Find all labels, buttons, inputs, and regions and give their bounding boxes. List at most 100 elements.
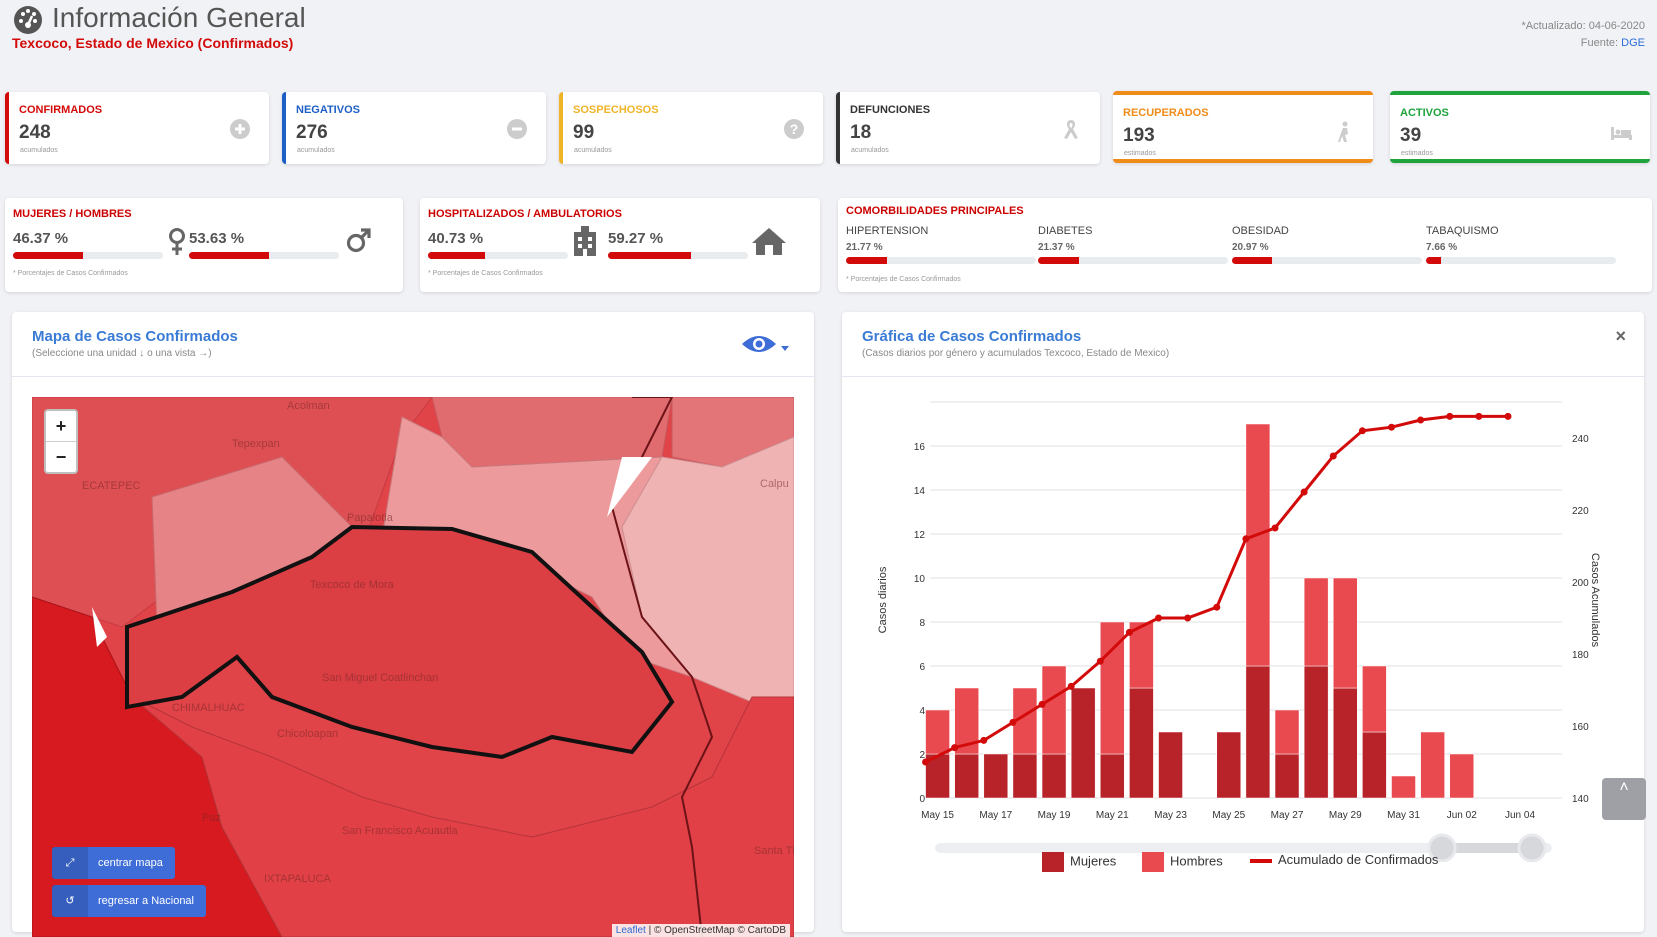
point-acumulado: [1155, 614, 1163, 622]
place-label-tepexpan: Tepexpan: [232, 438, 280, 450]
point-acumulado: [1417, 416, 1425, 424]
place-label-acolman: Acolman: [287, 400, 330, 412]
y2-tick-label: 140: [1572, 794, 1589, 805]
back-national-button[interactable]: ↺ regresar a Nacional: [52, 885, 206, 917]
stat-card-recuperados[interactable]: RECUPERADOS 193 estimados: [1113, 91, 1373, 163]
legend-item-mujeres[interactable]: Mujeres: [1042, 852, 1116, 872]
y2-axis-label: Casos Acumulados: [1589, 553, 1601, 648]
y-tick-label: 6: [919, 662, 925, 673]
stat-note: acumulados: [574, 147, 612, 154]
page-title: Información General: [52, 2, 306, 33]
y2-tick-label: 220: [1572, 506, 1589, 517]
x-tick-label: May 17: [979, 810, 1012, 821]
y-tick-label: 0: [919, 794, 925, 805]
stat-card-negativos[interactable]: NEGATIVOS 276 acumulados: [282, 92, 546, 164]
y2-tick-label: 200: [1572, 578, 1589, 589]
home-icon: [752, 228, 786, 255]
stat-note: estimados: [1401, 150, 1433, 157]
scroll-top-button[interactable]: ˄: [1602, 778, 1646, 820]
comorb-bar: [846, 257, 1036, 264]
range-slider-handle-right[interactable]: [1517, 833, 1547, 862]
bar-mujeres: [1041, 753, 1067, 799]
legend-swatch-mujeres: [1042, 852, 1064, 872]
amb-percent: 59.27 %: [608, 230, 664, 247]
map-divider: [12, 376, 814, 377]
bar-mujeres: [1303, 665, 1329, 799]
gender-card: MUJERES / HOMBRES 46.37 % 53.63 % * Porc…: [5, 198, 403, 292]
zoom-in-button[interactable]: +: [46, 411, 76, 442]
zoom-out-button[interactable]: −: [46, 442, 76, 472]
view-toggle-eye-icon[interactable]: [740, 332, 790, 358]
attribution-text: | © OpenStreetMap © CartoDB: [645, 925, 786, 936]
amb-bar: [608, 252, 748, 259]
update-info: *Actualizado: 04-06-2020 Fuente: DGE: [1521, 18, 1645, 52]
bar-hombres: [1041, 665, 1067, 755]
x-tick-label: May 27: [1271, 810, 1304, 821]
place-label-coatlinchan: San Miguel Coatlinchan: [322, 672, 438, 684]
place-label-paz: Paz: [202, 812, 221, 824]
stat-card-defunciones[interactable]: DEFUNCIONES 18 acumulados: [836, 92, 1100, 164]
leaflet-link[interactable]: Leaflet: [616, 925, 646, 936]
place-label-ecatepec: ECATEPEC: [82, 480, 141, 492]
stat-card-confirmados[interactable]: CONFIRMADOS 248 acumulados: [5, 92, 269, 164]
zoom-control: + −: [44, 409, 78, 474]
y-tick-label: 8: [919, 618, 925, 629]
stat-label: CONFIRMADOS: [19, 104, 103, 116]
chart-divider: [842, 376, 1644, 377]
point-acumulado: [1096, 657, 1104, 665]
point-acumulado: [1038, 700, 1046, 708]
source-link[interactable]: DGE: [1621, 37, 1645, 49]
legend-item-hombres[interactable]: Hombres: [1142, 852, 1223, 872]
point-acumulado: [980, 736, 988, 744]
stat-value: 39: [1400, 125, 1422, 146]
mujeres-bar: [13, 252, 163, 259]
map-title: Mapa de Casos Confirmados: [32, 328, 238, 345]
stat-value: 248: [19, 122, 51, 143]
question-circle-icon: ?: [784, 119, 804, 139]
center-map-label: centrar mapa: [98, 857, 163, 869]
bar-hombres: [1245, 423, 1271, 667]
comorb-value: 21.77 %: [846, 242, 883, 253]
x-tick-label: May 21: [1096, 810, 1129, 821]
stat-label: DEFUNCIONES: [850, 104, 931, 116]
comorb-name: TABAQUISMO: [1426, 225, 1499, 237]
point-acumulado: [1125, 628, 1133, 636]
bar-mujeres: [1070, 687, 1096, 799]
bar-mujeres: [1012, 753, 1038, 799]
stat-note: acumulados: [297, 147, 335, 154]
hosp-label: HOSPITALIZADOS / AMBULATORIOS: [428, 208, 622, 220]
place-label-ixtapaluca: IXTAPALUCA: [264, 873, 331, 885]
x-tick-label: May 19: [1038, 810, 1071, 821]
chevron-up-icon: ˄: [1619, 779, 1629, 796]
stat-card-activos[interactable]: ACTIVOS 39 estimados: [1390, 91, 1650, 163]
legend-label-hombres: Hombres: [1170, 853, 1223, 869]
legend-item-acumulado[interactable]: Acumulado de Confirmados: [1250, 852, 1438, 867]
stat-label: RECUPERADOS: [1123, 107, 1209, 119]
close-chart-button[interactable]: ×: [1615, 326, 1626, 347]
map-panel: Mapa de Casos Confirmados (Seleccione un…: [12, 312, 814, 937]
point-acumulado: [1300, 488, 1308, 496]
y-tick-label: 4: [919, 706, 925, 717]
map-view[interactable]: Acolman Tepexpan ECATEPEC Papalotla Texc…: [32, 397, 794, 937]
x-tick-label: May 23: [1154, 810, 1187, 821]
x-tick-label: Jun 04: [1505, 810, 1535, 821]
comorb-card: COMORBILIDADES PRINCIPALES HIPERTENSION 2…: [838, 198, 1652, 292]
stat-card-sospechosos[interactable]: SOSPECHOSOS 99 acumulados?: [559, 92, 823, 164]
y-tick-label: 12: [914, 530, 926, 541]
comorb-value: 20.97 %: [1232, 242, 1269, 253]
compress-icon: ⤢: [52, 847, 88, 879]
stat-value: 276: [296, 122, 328, 143]
stat-label: SOSPECHOSOS: [573, 104, 659, 116]
source-line: Fuente: DGE: [1521, 35, 1645, 52]
map-attribution: Leaflet | © OpenStreetMap © CartoDB: [611, 924, 790, 937]
hombres-percent: 53.63 %: [189, 230, 245, 247]
center-map-button[interactable]: ⤢ centrar mapa: [52, 847, 175, 879]
gender-note: * Porcentajes de Casos Confirmados: [13, 270, 128, 277]
point-acumulado: [951, 744, 959, 752]
map-subtitle: (Seleccione una unidad ↓ o una vista →): [32, 348, 212, 359]
place-label-chimalhuacan: CHIMALHUAC: [172, 702, 245, 714]
mujeres-percent: 46.37 %: [13, 230, 69, 247]
point-acumulado: [1446, 412, 1454, 420]
bar-mujeres: [1362, 731, 1387, 799]
legend-swatch-acumulado: [1250, 858, 1272, 863]
